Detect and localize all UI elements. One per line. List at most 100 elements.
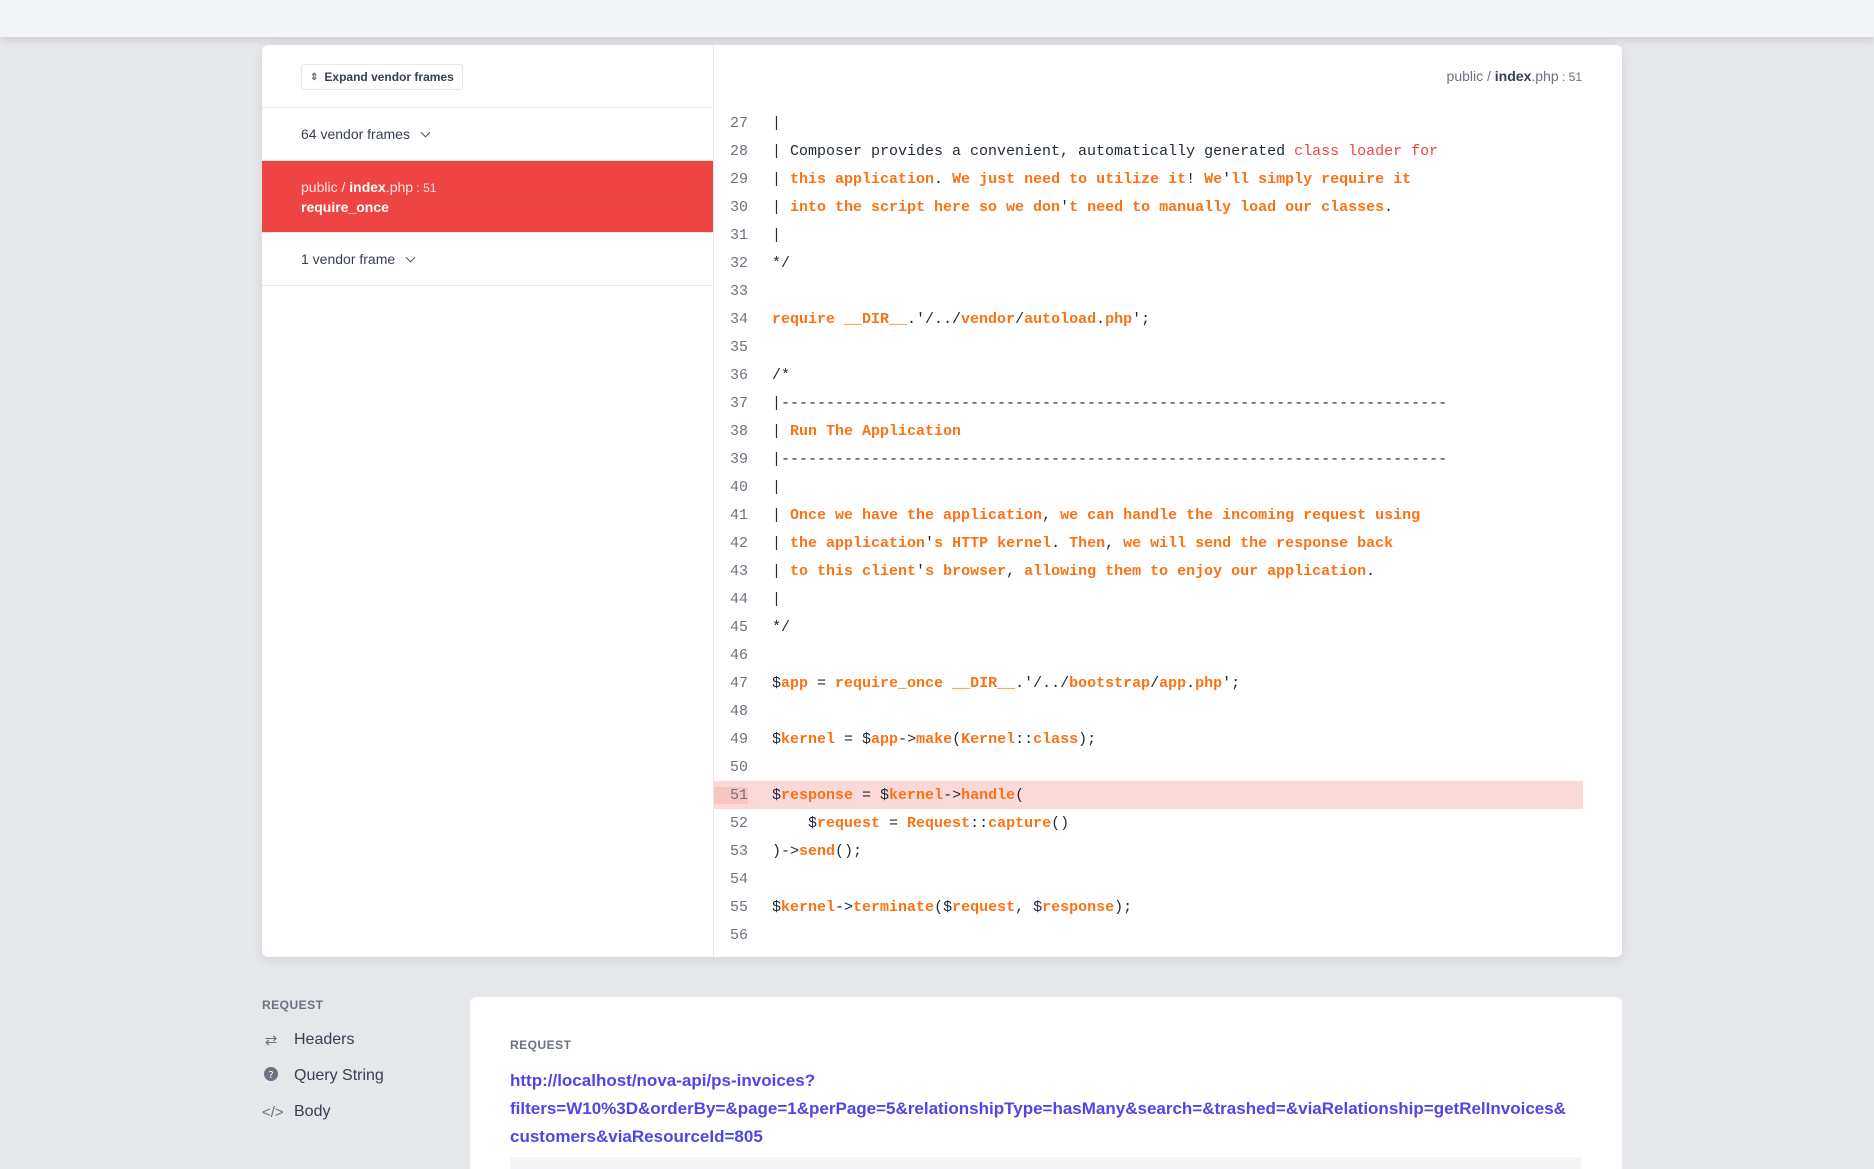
vendor-frames-group-1[interactable]: 1 vendor frame [262, 233, 713, 286]
request-url[interactable]: http://localhost/nova-api/ps-invoices? f… [510, 1067, 1610, 1151]
expand-row: ⇕ Expand vendor frames [262, 45, 713, 108]
code-panel: public / index.php : 51 27 | 28 | Composer… [714, 45, 1622, 957]
code-line-highlighted: 51 $response = $kernel->handle( [714, 781, 1583, 809]
code-line: 46 [714, 641, 1583, 669]
top-bar [0, 0, 1874, 37]
line-text: $request = Request::capture() [772, 814, 1070, 832]
question-circle-icon: ? [262, 1066, 280, 1086]
line-number: 30 [729, 198, 748, 216]
frame-path: public / index.php : 51 [301, 179, 713, 195]
request-details-bar [510, 1157, 1581, 1169]
line-number: 43 [729, 562, 748, 580]
line-text: |---------------------------------------… [772, 394, 1448, 412]
expand-vendor-frames-button[interactable]: ⇕ Expand vendor frames [301, 64, 463, 90]
file-header: public / index.php : 51 [1447, 68, 1582, 84]
code-line: 40 | [714, 473, 1583, 501]
line-number: 47 [729, 674, 748, 692]
code-line: 55 $kernel->terminate($request, $response… [714, 893, 1583, 921]
nav-item-label: Query String [294, 1067, 384, 1084]
stack-trace-card: ⇕ Expand vendor frames 64 vendor frames … [262, 45, 1622, 957]
line-number: 37 [729, 394, 748, 412]
line-text: require __DIR__.'/../vendor/autoload.php… [772, 310, 1151, 328]
line-text: | the application's HTTP kernel. Then, w… [772, 534, 1394, 552]
line-number: 40 [729, 478, 748, 496]
frame-line: 51 [423, 181, 437, 195]
url-line: http://localhost/nova-api/ps-invoices? [510, 1071, 816, 1090]
nav-item-body[interactable]: </> Body [262, 1094, 384, 1130]
line-text: | Once we have the application, we can h… [772, 506, 1421, 524]
code-line: 31 | [714, 221, 1583, 249]
line-number: 36 [729, 366, 748, 384]
code-icon: </> [262, 1103, 284, 1121]
frame-file: index [349, 179, 386, 195]
frame-sep: : [413, 181, 424, 195]
code-line: 56 [714, 921, 1583, 949]
line-number: 42 [729, 534, 748, 552]
line-number: 53 [729, 842, 748, 860]
code-line: 30 | into the script here so we don't nee… [714, 193, 1583, 221]
line-number: 35 [729, 338, 748, 356]
line-text: */ [772, 618, 791, 636]
line-number: 28 [729, 142, 748, 160]
frames-sidebar: ⇕ Expand vendor frames 64 vendor frames … [262, 45, 714, 957]
nav-item-label: Headers [294, 1031, 355, 1048]
nav-item-query-string[interactable]: ? Query String [262, 1058, 384, 1094]
code-line: 42 | the application's HTTP kernel. Then,… [714, 529, 1583, 557]
code-line: 36 /* [714, 361, 1583, 389]
expand-vendor-frames-label: Expand vendor frames [324, 70, 454, 84]
line-text: | [772, 590, 782, 608]
line-text: | this application. We just need to util… [772, 170, 1412, 188]
code-line: 29 | this application. We just need to ut… [714, 165, 1583, 193]
code-line: 43 | to this client's browser, allowing t… [714, 557, 1583, 585]
line-text: | [772, 114, 782, 132]
line-number: 34 [729, 310, 748, 328]
line-text: /* [772, 366, 791, 384]
line-text: | Composer provides a convenient, automa… [772, 142, 1439, 160]
vendor-frames-label: 64 vendor frames [301, 126, 410, 142]
active-frame[interactable]: public / index.php : 51 require_once [262, 161, 713, 233]
line-number: 55 [729, 898, 748, 916]
vendor-frames-group-64[interactable]: 64 vendor frames [262, 108, 713, 161]
vendor-frames-label: 1 vendor frame [301, 251, 396, 267]
code-view: 27 | 28 | Composer provides a convenient, … [714, 109, 1583, 949]
code-line: 41 | Once we have the application, we can… [714, 501, 1583, 529]
line-text: |---------------------------------------… [772, 450, 1448, 468]
request-card-label: REQUEST [510, 1038, 572, 1052]
line-number: 49 [729, 730, 748, 748]
code-line: 33 [714, 277, 1583, 305]
line-text: )->send(); [772, 842, 863, 860]
nav-item-label: Body [294, 1103, 331, 1120]
code-line: 44 | [714, 585, 1583, 613]
code-line: 52 $request = Request::capture() [714, 809, 1583, 837]
code-line: 34 require __DIR__.'/../vendor/autoload.p… [714, 305, 1583, 333]
line-number: 32 [729, 254, 748, 272]
line-text: | to this client's browser, allowing the… [772, 562, 1376, 580]
line-text: | into the script here so we don't need … [772, 198, 1394, 216]
line-text: $response = $kernel->handle( [772, 786, 1025, 804]
code-line: 39 |-------------------------------------… [714, 445, 1583, 473]
code-line: 27 | [714, 109, 1583, 137]
code-line: 32 */ [714, 249, 1583, 277]
line-number: 45 [729, 618, 748, 636]
file-dir: public / [1446, 68, 1495, 84]
line-text: */ [772, 254, 791, 272]
file-sep: : [1558, 70, 1569, 84]
line-text: $app = require_once __DIR__.'/../bootstr… [772, 674, 1241, 692]
line-text: $kernel = $app->make(Kernel::class); [772, 730, 1097, 748]
line-number: 46 [729, 646, 748, 664]
line-number: 38 [729, 422, 748, 440]
line-text: | [772, 478, 782, 496]
code-line: 47 $app = require_once __DIR__.'/../boots… [714, 669, 1583, 697]
line-number: 54 [729, 870, 748, 888]
frame-ext: .php [385, 179, 414, 195]
code-line: 37 |-------------------------------------… [714, 389, 1583, 417]
line-number: 51 [714, 786, 748, 804]
url-line: filters=W10%3D&orderBy=&page=1&perPage=5… [510, 1099, 1566, 1118]
arrows-exchange-icon: ⇄ [264, 1032, 278, 1049]
line-text: | Run The Application [772, 422, 962, 440]
file-name: index [1494, 68, 1532, 84]
code-line: 53 )->send(); [714, 837, 1583, 865]
line-number: 31 [729, 226, 748, 244]
nav-item-headers[interactable]: ⇄ Headers [262, 1022, 384, 1058]
line-text: $kernel->terminate($request, $response); [772, 898, 1133, 916]
